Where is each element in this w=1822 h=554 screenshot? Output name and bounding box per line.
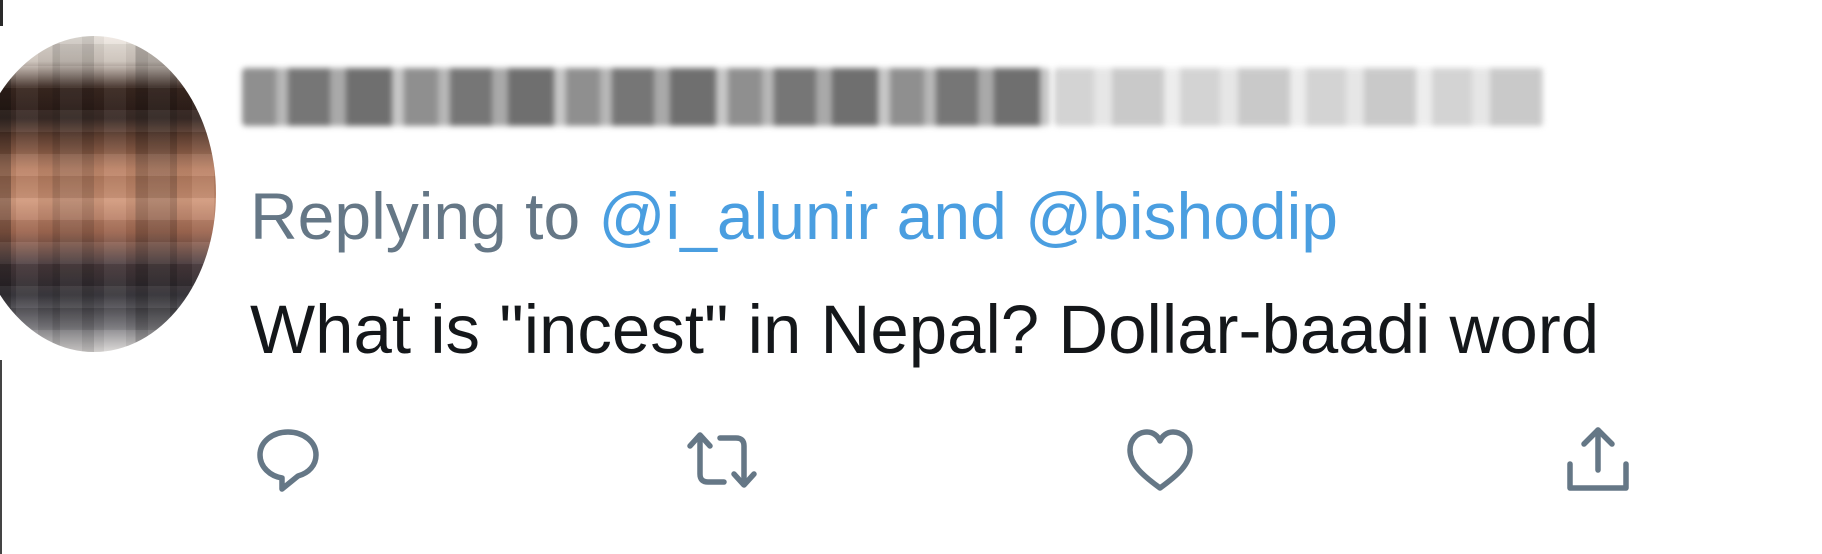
- heart-icon: [1127, 429, 1193, 491]
- tweet-body-text: What is "incest" in Nepal? Dollar-baadi …: [250, 291, 1600, 368]
- replying-to-line: Replying to @i_alunir and @bishodip: [250, 176, 1338, 256]
- retweet-button[interactable]: [684, 422, 760, 498]
- retweet-icon: [687, 432, 757, 488]
- handle-and-timestamp-redacted: [1054, 68, 1544, 126]
- replying-to-label: Replying to: [250, 179, 581, 253]
- reply-button[interactable]: [250, 422, 326, 498]
- reply-icon: [257, 429, 319, 492]
- share-button[interactable]: [1560, 422, 1636, 498]
- like-button[interactable]: [1122, 422, 1198, 498]
- display-name-redacted[interactable]: [242, 68, 1050, 126]
- tweet-actions-bar: [0, 422, 1822, 502]
- share-icon: [1567, 427, 1629, 491]
- avatar[interactable]: [0, 36, 216, 352]
- window-edge-top: [0, 0, 3, 26]
- reply-mentions-link[interactable]: @i_alunir and @bishodip: [599, 179, 1338, 253]
- tweet-header: [242, 62, 1544, 132]
